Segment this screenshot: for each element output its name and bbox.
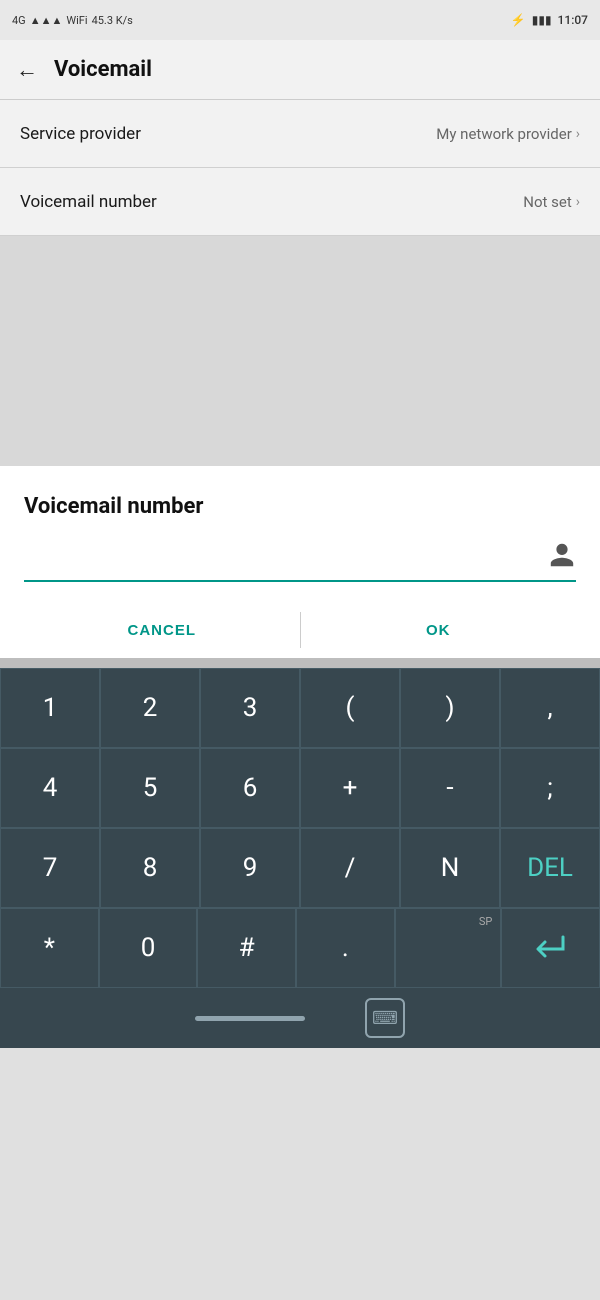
- service-provider-value: My network provider ›: [436, 125, 580, 143]
- key-hash[interactable]: #: [197, 908, 296, 988]
- key-0[interactable]: 0: [99, 908, 198, 988]
- time-label: 11:07: [558, 13, 588, 27]
- key-period[interactable]: .: [296, 908, 395, 988]
- key-minus[interactable]: -: [400, 748, 500, 828]
- bluetooth-icon: ⚡: [511, 13, 526, 27]
- dialog-buttons: CANCEL OK: [24, 602, 576, 658]
- wifi-icon: WiFi: [66, 14, 87, 27]
- key-1[interactable]: 1: [0, 668, 100, 748]
- key-n[interactable]: N: [400, 828, 500, 908]
- key-6[interactable]: 6: [200, 748, 300, 828]
- page-title: Voicemail: [54, 57, 152, 82]
- service-provider-label: Service provider: [20, 124, 141, 144]
- signal-icon: ▲▲▲: [30, 14, 63, 27]
- settings-list: Service provider My network provider › V…: [0, 100, 600, 236]
- chevron-icon: ›: [576, 126, 580, 142]
- keyboard-icon: ⌨: [372, 1008, 398, 1029]
- key-semicolon[interactable]: ;: [500, 748, 600, 828]
- chevron-icon-2: ›: [576, 194, 580, 210]
- voicemail-number-label: Voicemail number: [20, 192, 157, 212]
- keyboard-row-4: * 0 # . SP: [0, 908, 600, 988]
- ok-button[interactable]: OK: [301, 602, 577, 658]
- dialog-title: Voicemail number: [24, 494, 576, 519]
- dialog-input-row: [24, 541, 576, 582]
- service-provider-item[interactable]: Service provider My network provider ›: [0, 100, 600, 168]
- voicemail-number-input[interactable]: [24, 544, 540, 573]
- keyboard-row-3: 7 8 9 / N DEL: [0, 828, 600, 908]
- key-9[interactable]: 9: [200, 828, 300, 908]
- back-button[interactable]: ←: [16, 57, 38, 83]
- network-type: 4G: [12, 14, 26, 27]
- numeric-keyboard: 1 2 3 ( ) , 4 5 6 + - ; 7 8 9 / N DEL * …: [0, 668, 600, 988]
- voicemail-number-dialog: Voicemail number CANCEL OK: [0, 466, 600, 658]
- contact-icon[interactable]: [548, 541, 576, 576]
- key-2[interactable]: 2: [100, 668, 200, 748]
- key-comma[interactable]: ,: [500, 668, 600, 748]
- voicemail-number-item[interactable]: Voicemail number Not set ›: [0, 168, 600, 236]
- key-8[interactable]: 8: [100, 828, 200, 908]
- key-enter[interactable]: [501, 908, 600, 988]
- key-4[interactable]: 4: [0, 748, 100, 828]
- voicemail-number-value: Not set ›: [523, 193, 580, 211]
- key-sp[interactable]: SP: [395, 908, 502, 988]
- key-plus[interactable]: +: [300, 748, 400, 828]
- status-left: 4G ▲▲▲ WiFi 45.3 K/s: [12, 14, 133, 27]
- status-right: ⚡ ▮▮▮ 11:07: [511, 13, 588, 27]
- status-bar: 4G ▲▲▲ WiFi 45.3 K/s ⚡ ▮▮▮ 11:07: [0, 0, 600, 40]
- key-slash[interactable]: /: [300, 828, 400, 908]
- keyboard-separator: [0, 658, 600, 668]
- keyboard-switch-icon[interactable]: ⌨: [365, 998, 405, 1038]
- key-5[interactable]: 5: [100, 748, 200, 828]
- key-7[interactable]: 7: [0, 828, 100, 908]
- header: ← Voicemail: [0, 40, 600, 100]
- key-3[interactable]: 3: [200, 668, 300, 748]
- key-open-paren[interactable]: (: [300, 668, 400, 748]
- nav-bar: ⌨: [0, 988, 600, 1048]
- key-star[interactable]: *: [0, 908, 99, 988]
- speed-label: 45.3 K/s: [92, 14, 133, 27]
- key-close-paren[interactable]: ): [400, 668, 500, 748]
- keyboard-row-2: 4 5 6 + - ;: [0, 748, 600, 828]
- battery-icon: ▮▮▮: [532, 13, 552, 27]
- cancel-button[interactable]: CANCEL: [24, 602, 300, 658]
- home-pill[interactable]: [195, 1016, 305, 1021]
- background-spacer: [0, 236, 600, 466]
- key-del[interactable]: DEL: [500, 828, 600, 908]
- keyboard-row-1: 1 2 3 ( ) ,: [0, 668, 600, 748]
